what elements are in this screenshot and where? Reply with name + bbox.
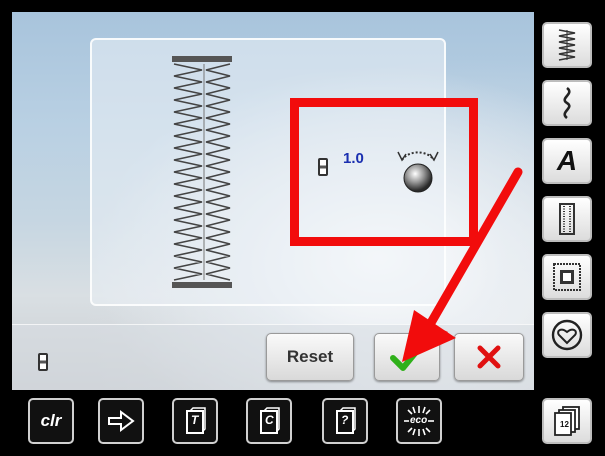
help-label: ? [341,413,349,427]
main-screen: 1.0 Reset [12,12,534,390]
cancel-button[interactable] [454,333,524,381]
eco-button[interactable]: eco [396,398,442,444]
personal-program-heart-icon [551,319,583,351]
eco-label: eco [409,415,429,426]
tutorial-label: T [191,413,199,427]
reset-button[interactable]: Reset [266,333,354,381]
decorative-stitch-button[interactable] [542,80,592,126]
memory-pages-button[interactable]: 12 [542,398,592,444]
buttonhole-button[interactable] [542,196,592,242]
tutorial-button[interactable]: T [172,398,218,444]
creative-consultant-button[interactable]: C [246,398,292,444]
straight-stitch-button[interactable] [542,22,592,68]
quilt-stitch-icon [553,263,581,291]
straight-stitch-icon [558,29,576,61]
presser-foot-icon [38,353,48,371]
buttonhole-icon [559,203,575,235]
confirm-button[interactable] [374,333,440,381]
clr-button[interactable]: clr [28,398,74,444]
creative-consultant-label: C [265,413,274,427]
help-button[interactable]: ? [322,398,368,444]
navigation-button[interactable] [98,398,144,444]
quilt-stitch-button[interactable] [542,254,592,300]
stitch-preview-icon [172,56,232,288]
stitch-category-sidebar: A 12 [534,12,605,456]
bottom-toolbar: clr T C ? eco [0,390,534,456]
memory-pages-count: 12 [560,420,569,429]
highlight-frame [290,98,478,246]
action-bar: Reset [12,324,534,390]
personal-program-button[interactable] [542,312,592,358]
close-icon [477,345,501,369]
decorative-stitch-icon [563,86,571,120]
navigation-arrow-icon [108,410,135,432]
checkmark-icon [390,343,424,371]
alphabet-button[interactable]: A [542,138,592,184]
alphabet-icon: A [556,145,578,176]
